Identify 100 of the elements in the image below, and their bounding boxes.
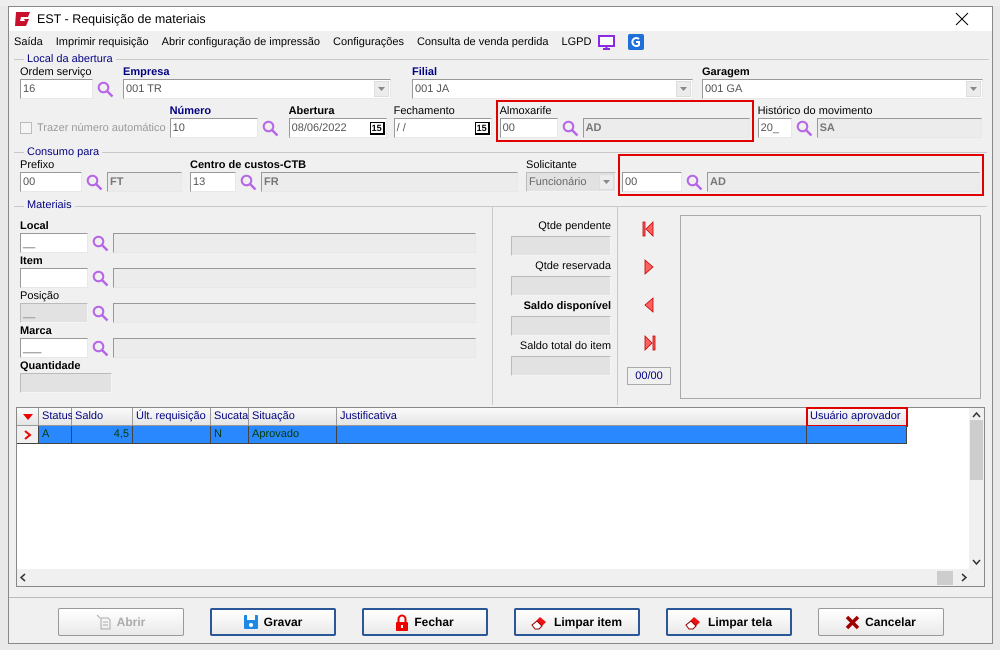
description-field: AD: [582, 118, 750, 138]
date-field[interactable]: / / 15: [394, 118, 492, 138]
document-icon: [96, 614, 112, 630]
search-icon[interactable]: [92, 304, 109, 322]
code-field[interactable]: 00: [20, 172, 82, 192]
search-icon[interactable]: [86, 174, 103, 190]
field-label: Posição: [20, 289, 60, 303]
checkbox-label: Trazer número automático: [37, 122, 166, 134]
app-icon[interactable]: [628, 34, 644, 50]
field-label: Filial: [412, 65, 438, 79]
scroll-right-icon[interactable]: [961, 573, 967, 582]
calendar-button[interactable]: 15: [370, 122, 385, 134]
vertical-scrollbar[interactable]: [969, 408, 984, 569]
code-field[interactable]: 00: [622, 172, 682, 192]
search-icon[interactable]: [562, 120, 579, 136]
dropdown-field[interactable]: 001 JA: [412, 79, 693, 99]
calendar-button[interactable]: 15: [474, 122, 490, 134]
field-label: Solicitante: [526, 158, 577, 172]
logo-icon: [13, 10, 31, 28]
code-field[interactable]: 00: [500, 118, 558, 138]
eraser-icon: [530, 614, 549, 630]
search-icon[interactable]: [92, 270, 109, 286]
dropdown-arrow-icon[interactable]: [22, 414, 32, 420]
field-label: Prefixo: [20, 158, 54, 172]
current-row-icon: [24, 430, 32, 440]
clear-item-button[interactable]: Limpar item: [514, 608, 640, 636]
search-icon[interactable]: [97, 80, 114, 98]
column-header[interactable]: Status: [39, 408, 72, 426]
menu-item[interactable]: LGPD: [561, 36, 592, 48]
field-label: Qtde pendente: [538, 219, 611, 233]
description-field: AD: [707, 172, 980, 192]
code-field[interactable]: 10: [170, 118, 258, 138]
search-icon[interactable]: [262, 120, 279, 136]
field-label: Marca: [20, 324, 52, 338]
code-field[interactable]: 16: [20, 79, 93, 99]
menu-item[interactable]: Imprimir requisição: [56, 36, 149, 48]
menu-item[interactable]: Saída: [14, 36, 43, 48]
scroll-thumb[interactable]: [937, 570, 953, 584]
field-label: Centro de custos-CTB: [190, 158, 306, 172]
horizontal-scrollbar[interactable]: [17, 569, 984, 586]
save-button[interactable]: Gravar: [210, 608, 336, 636]
field-label: Quantidade: [20, 359, 81, 373]
menu-item[interactable]: Abrir configuração de impressão: [162, 36, 320, 48]
field-label: Almoxarife: [500, 104, 552, 118]
scroll-left-icon[interactable]: [20, 573, 26, 582]
dropdown-button[interactable]: [966, 81, 981, 97]
menu-item[interactable]: Consulta de venda perdida: [416, 36, 548, 48]
column-header[interactable]: Sucata: [211, 408, 249, 426]
description-field: SA: [816, 118, 982, 138]
code-field[interactable]: 13: [190, 172, 236, 192]
description-field: FR: [261, 172, 518, 192]
table-row[interactable]: A 4,5 N Aprovado: [17, 426, 969, 444]
search-icon[interactable]: [240, 174, 257, 190]
dropdown-field[interactable]: 001 TR: [123, 79, 391, 99]
code-field[interactable]: [20, 268, 88, 288]
record-counter: 00/00: [627, 367, 671, 385]
window-title: EST - Requisição de materiais: [37, 12, 206, 26]
field-label: Ordem serviço: [20, 65, 92, 79]
field-label: Saldo total do item: [520, 339, 611, 353]
search-icon[interactable]: [796, 120, 813, 136]
search-icon[interactable]: [92, 234, 109, 252]
table-cell: N: [211, 426, 249, 444]
field-label: Item: [20, 254, 43, 268]
caret-icon: [603, 180, 610, 184]
monitor-icon[interactable]: [598, 34, 616, 50]
field-label: Local: [20, 219, 49, 233]
field-label: Abertura: [288, 104, 334, 118]
scroll-down-icon[interactable]: [972, 559, 981, 565]
field-label: Garagem: [702, 65, 750, 79]
scroll-up-icon[interactable]: [972, 412, 981, 418]
scroll-thumb[interactable]: [970, 420, 983, 480]
dropdown-field[interactable]: 001 GA: [702, 79, 983, 99]
field-label: Saldo disponível: [524, 299, 611, 313]
group-title: Local da abertura: [26, 53, 114, 65]
cross-icon: [845, 614, 860, 630]
caret-icon: [970, 87, 977, 91]
field-label: Histórico do movimento: [758, 104, 873, 118]
close-button[interactable]: Fechar: [362, 608, 488, 636]
column-header[interactable]: Situação: [249, 408, 337, 426]
dropdown-button[interactable]: [374, 81, 389, 97]
date-field[interactable]: 08/06/2022 15: [288, 118, 387, 138]
column-header[interactable]: Justificativa: [337, 408, 807, 426]
column-header[interactable]: Saldo: [72, 408, 133, 426]
column-header[interactable]: Usuário aprovador: [807, 408, 907, 426]
description-field: FT: [107, 172, 182, 192]
column-header[interactable]: Últ. requisição: [133, 408, 211, 426]
clear-screen-button[interactable]: Limpar tela: [666, 608, 792, 636]
code-field[interactable]: 20_: [758, 118, 792, 138]
search-icon[interactable]: [92, 340, 109, 356]
cancel-button[interactable]: Cancelar: [818, 608, 944, 636]
dropdown-button[interactable]: [676, 81, 691, 97]
code-field[interactable]: ___: [20, 338, 88, 358]
menu-item[interactable]: Configurações: [333, 36, 404, 48]
search-icon[interactable]: [686, 174, 703, 190]
group-title: Materiais: [24, 199, 75, 211]
eraser-icon: [684, 614, 703, 630]
code-field[interactable]: __: [20, 233, 88, 253]
field-label: Número: [170, 104, 212, 118]
caret-icon: [680, 87, 687, 91]
padlock-icon: [395, 614, 410, 630]
